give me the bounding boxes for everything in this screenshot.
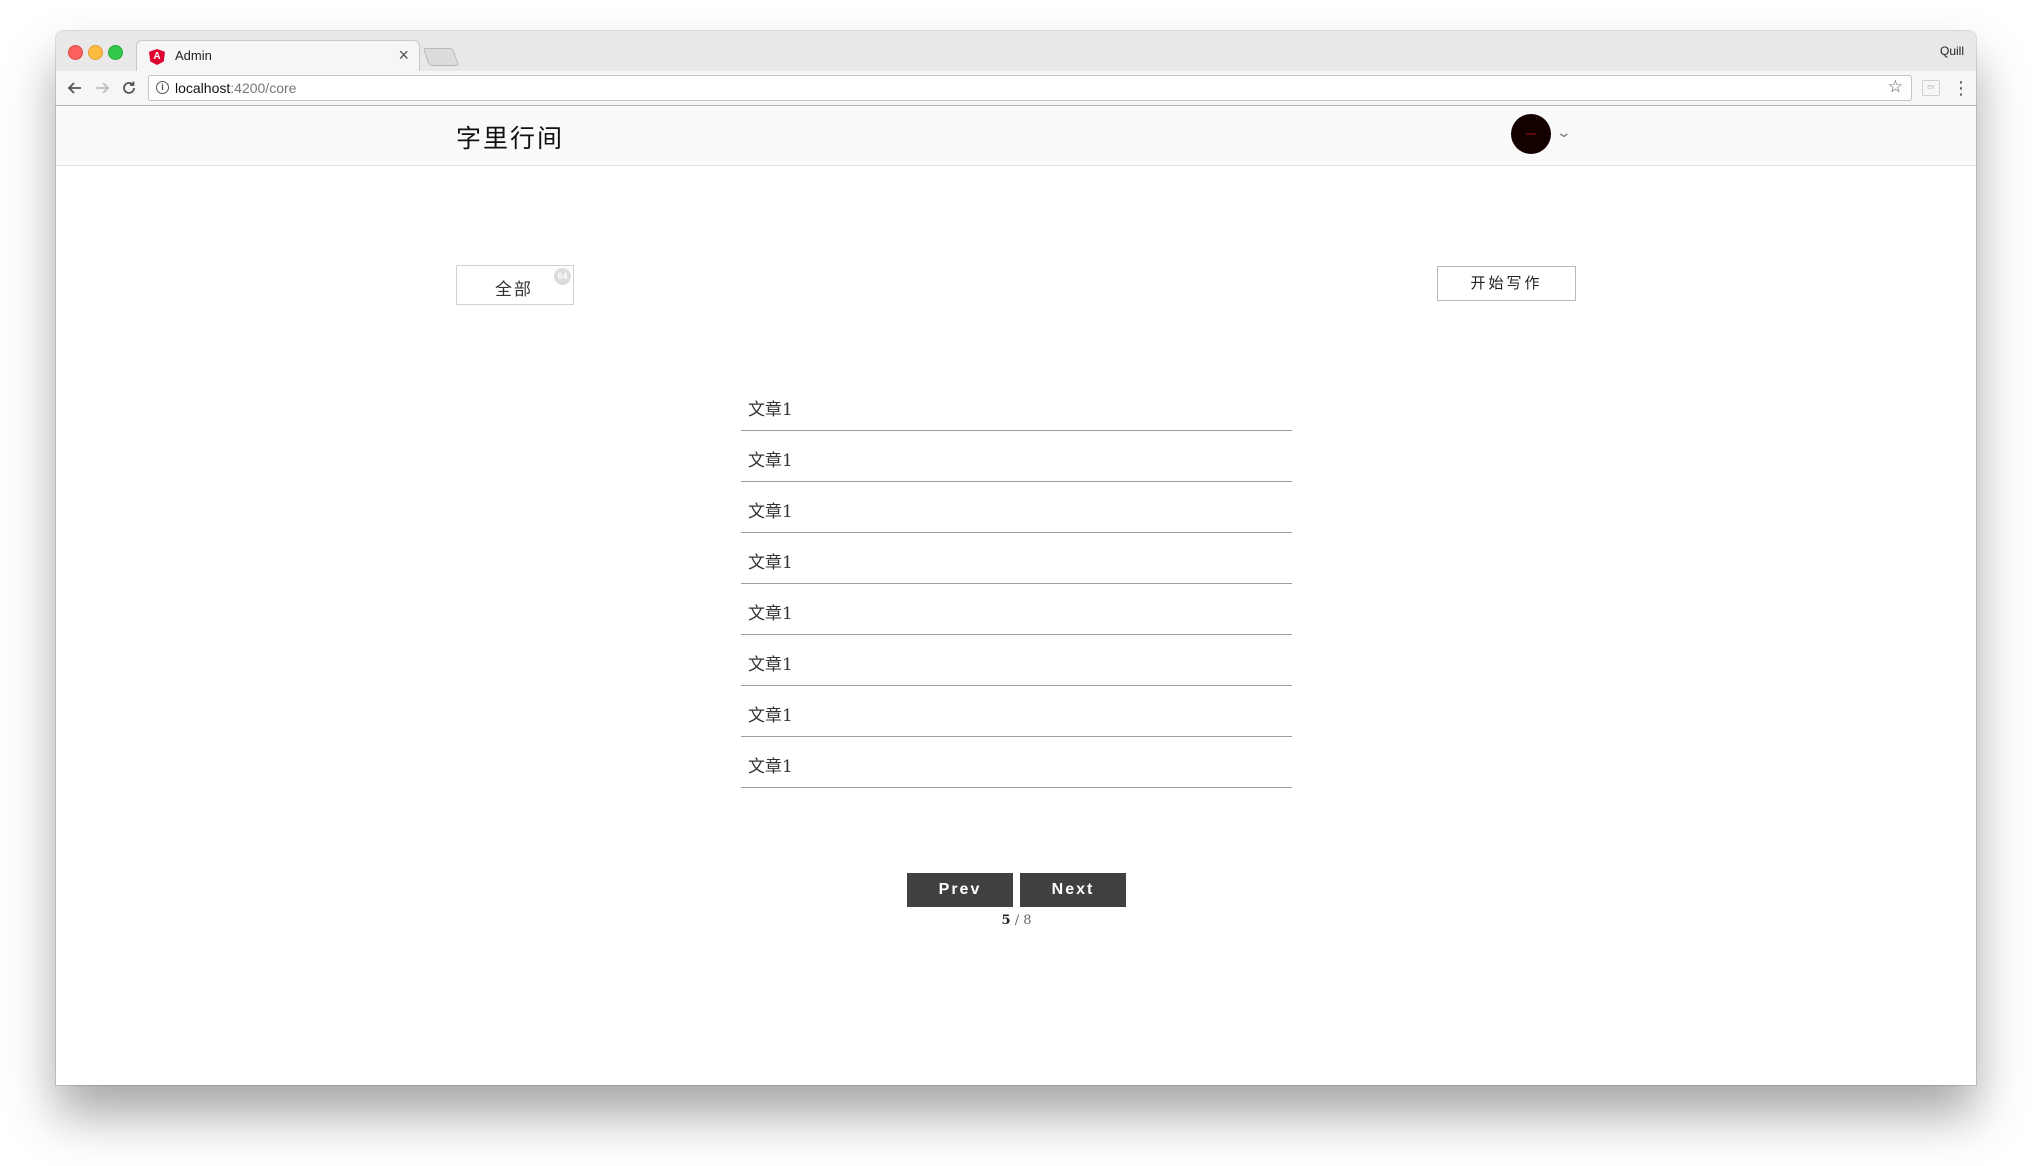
back-button[interactable] xyxy=(62,75,88,101)
minimize-window-button[interactable] xyxy=(88,45,103,60)
page-separator: / xyxy=(1014,913,1020,928)
list-item[interactable]: 文章1 xyxy=(741,636,1292,686)
next-page-button[interactable]: Next xyxy=(1020,873,1126,907)
list-item[interactable]: 文章1 xyxy=(741,585,1292,635)
url-text[interactable]: localhost:4200/core xyxy=(175,80,296,96)
angular-icon: A xyxy=(149,49,165,65)
site-brand[interactable]: 字里行间 xyxy=(456,119,564,155)
extension-icon[interactable]: ex xyxy=(1922,80,1940,96)
new-tab-button[interactable] xyxy=(422,48,460,66)
app-header: 字里行间 ⌄ xyxy=(56,106,1976,166)
article-title[interactable]: 文章1 xyxy=(748,701,793,726)
filter-label: 全部 xyxy=(495,280,533,299)
profile-name[interactable]: Quill xyxy=(1940,44,1964,58)
reload-button[interactable] xyxy=(116,75,142,101)
page-indicator: 5 / 8 xyxy=(907,913,1126,928)
current-page: 5 xyxy=(1001,913,1011,928)
close-window-button[interactable] xyxy=(68,45,83,60)
kebab-menu-icon[interactable]: ⋮ xyxy=(1952,75,1970,101)
list-item[interactable]: 文章1 xyxy=(741,483,1292,533)
arrow-left-icon xyxy=(67,82,81,94)
star-icon[interactable]: ☆ xyxy=(1888,77,1903,97)
screen: A Admin × Quill i localhost:4200/core ☆ … xyxy=(0,0,2032,1166)
prev-page-button[interactable]: Prev xyxy=(907,873,1013,907)
address-bar[interactable]: i localhost:4200/core ☆ xyxy=(148,75,1912,101)
tab-title: Admin xyxy=(175,48,212,63)
browser-tab[interactable]: A Admin × xyxy=(136,40,420,73)
article-list: 文章1 文章1 文章1 文章1 文章1 文章1 文章1 文章1 xyxy=(741,381,1292,789)
article-title[interactable]: 文章1 xyxy=(748,497,793,522)
browser-toolbar: i localhost:4200/core ☆ ex ⋮ xyxy=(56,71,1976,106)
filter-count-badge: 64 xyxy=(554,268,571,285)
tab-strip: A Admin × Quill xyxy=(56,31,1976,73)
maximize-window-button[interactable] xyxy=(108,45,123,60)
browser-window: A Admin × Quill i localhost:4200/core ☆ … xyxy=(56,31,1976,1085)
article-title[interactable]: 文章1 xyxy=(748,599,793,624)
total-pages: 8 xyxy=(1023,913,1032,928)
forward-button[interactable] xyxy=(89,75,115,101)
reload-icon xyxy=(123,81,135,94)
list-item[interactable]: 文章1 xyxy=(741,381,1292,431)
list-item[interactable]: 文章1 xyxy=(741,687,1292,737)
category-filter-button[interactable]: 全部 64 xyxy=(456,265,574,305)
url-path: :4200/core xyxy=(230,80,297,96)
article-title[interactable]: 文章1 xyxy=(748,752,793,777)
chevron-down-icon[interactable]: ⌄ xyxy=(1556,124,1572,141)
start-writing-button[interactable]: 开始写作 xyxy=(1437,266,1576,301)
list-item[interactable]: 文章1 xyxy=(741,534,1292,584)
arrow-right-icon xyxy=(96,82,110,94)
article-title[interactable]: 文章1 xyxy=(748,395,793,420)
tab-close-icon[interactable]: × xyxy=(398,45,409,66)
article-title[interactable]: 文章1 xyxy=(748,446,793,471)
article-title[interactable]: 文章1 xyxy=(748,548,793,573)
avatar-icon[interactable] xyxy=(1511,114,1551,154)
list-item[interactable]: 文章1 xyxy=(741,432,1292,482)
list-item[interactable]: 文章1 xyxy=(741,738,1292,788)
article-title[interactable]: 文章1 xyxy=(748,650,793,675)
info-icon[interactable]: i xyxy=(156,81,169,94)
